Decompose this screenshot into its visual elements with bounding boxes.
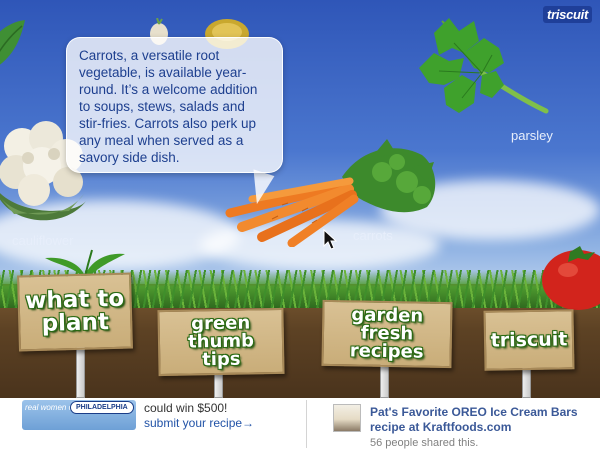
sign-triscuit[interactable]: triscuit	[483, 309, 575, 371]
sign-green-thumb-tips[interactable]: green thumb tips	[157, 307, 285, 377]
parsley-icon[interactable]	[404, 13, 554, 138]
leafy-vegetable-icon[interactable]	[0, 18, 30, 78]
footer-divider	[306, 400, 307, 448]
recipe-thumbnail[interactable]	[333, 404, 361, 432]
cauliflower-label: cauliflower	[12, 233, 74, 248]
carrots-label: carrots	[353, 228, 393, 243]
sign-label: green thumb tips	[187, 312, 255, 371]
real-women-philadelphia-banner[interactable]: real women of PHILADELPHIA	[22, 400, 136, 430]
mouse-cursor-icon	[323, 229, 337, 250]
sign-label: triscuit	[490, 327, 568, 352]
parsley-label: parsley	[511, 128, 553, 143]
sign-what-to-plant[interactable]: what to plant	[17, 272, 133, 352]
shared-recipe-link[interactable]: Pat's Favorite OREO Ice Cream Bars recip…	[370, 405, 595, 435]
promo-text: could win $500!	[144, 401, 228, 415]
banner-text: real women of	[25, 403, 76, 412]
sign-label: what to plant	[24, 285, 125, 337]
tomato-icon[interactable]	[540, 244, 600, 310]
sign-label: garden fresh recipes	[349, 304, 424, 363]
submit-recipe-link[interactable]: submit your recipe→	[144, 416, 254, 430]
carrot-info-tooltip: Carrots, a versatile root vegetable, is …	[66, 37, 283, 173]
share-count: 56 people shared this.	[370, 437, 479, 449]
sign-post	[76, 345, 85, 398]
garden-stage: triscuit cauliflower parsley carrots Car…	[0, 0, 600, 398]
tooltip-text: Carrots, a versatile root vegetable, is …	[79, 48, 258, 165]
philadelphia-logo: PHILADELPHIA	[70, 401, 134, 414]
sign-garden-fresh-recipes[interactable]: garden fresh recipes	[321, 299, 453, 369]
